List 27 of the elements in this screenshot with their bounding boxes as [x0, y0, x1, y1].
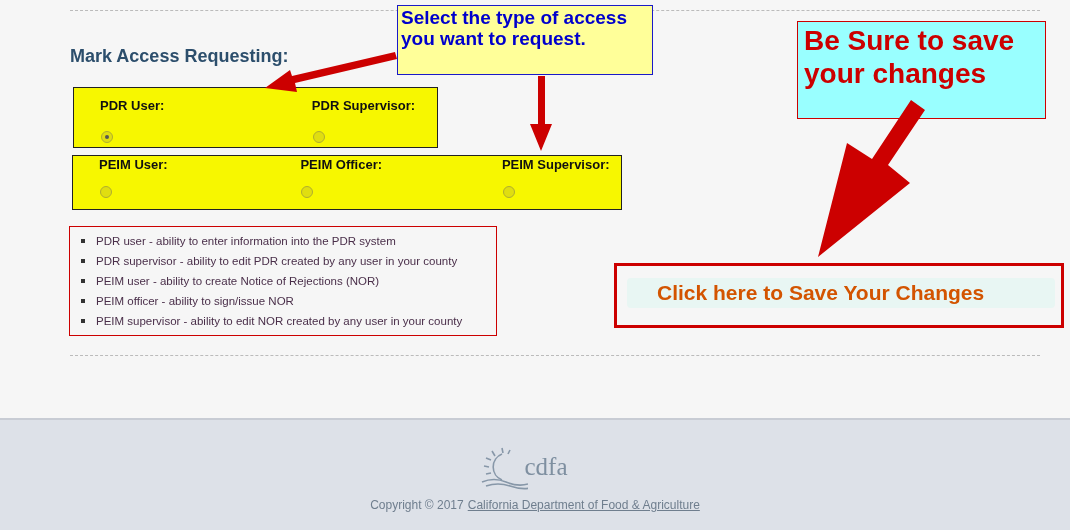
copyright-text: Copyright © 2017	[370, 498, 464, 512]
role-description: PEIM user - ability to create Notice of Rejections (NOR)	[96, 275, 380, 287]
radio-button[interactable]	[101, 131, 113, 143]
role-description: PDR user - ability to enter information into the PDR system	[96, 235, 396, 247]
logo-text: cdfa	[524, 453, 568, 481]
bullet-icon	[81, 279, 85, 283]
radio-button[interactable]	[100, 186, 112, 198]
option-label: PDR User:	[100, 98, 166, 114]
role-description: PDR supervisor - ability to edit PDR created by any user in your county	[96, 255, 458, 267]
radio-button[interactable]	[502, 186, 515, 198]
instruction-callout: Select the type of access you want to request.	[397, 5, 653, 75]
option-label: PEIM Supervisor:	[501, 157, 611, 173]
radio-button[interactable]	[312, 131, 325, 143]
option-label: PEIM Officer:	[300, 157, 384, 173]
option-label: PDR Supervisor:	[311, 98, 417, 114]
reminder-callout: Be Sure to save your changes	[797, 21, 1046, 119]
bullet-icon	[81, 319, 85, 323]
section-heading: Mark Access Requesting:	[70, 46, 290, 66]
option-label: PEIM User:	[99, 157, 169, 173]
save-button[interactable]: Click here to Save Your Changes	[627, 278, 1055, 308]
radio-button[interactable]	[301, 186, 314, 198]
bullet-icon	[81, 299, 85, 303]
bullet-icon	[81, 259, 85, 263]
role-description: PEIM supervisor - ability to edit NOR created by any user in your county	[96, 315, 463, 327]
role-description: PEIM officer - ability to sign/issue NOR	[96, 295, 294, 307]
department-link[interactable]: California Department of Food & Agriculture	[467, 498, 700, 512]
bullet-icon	[81, 239, 85, 243]
